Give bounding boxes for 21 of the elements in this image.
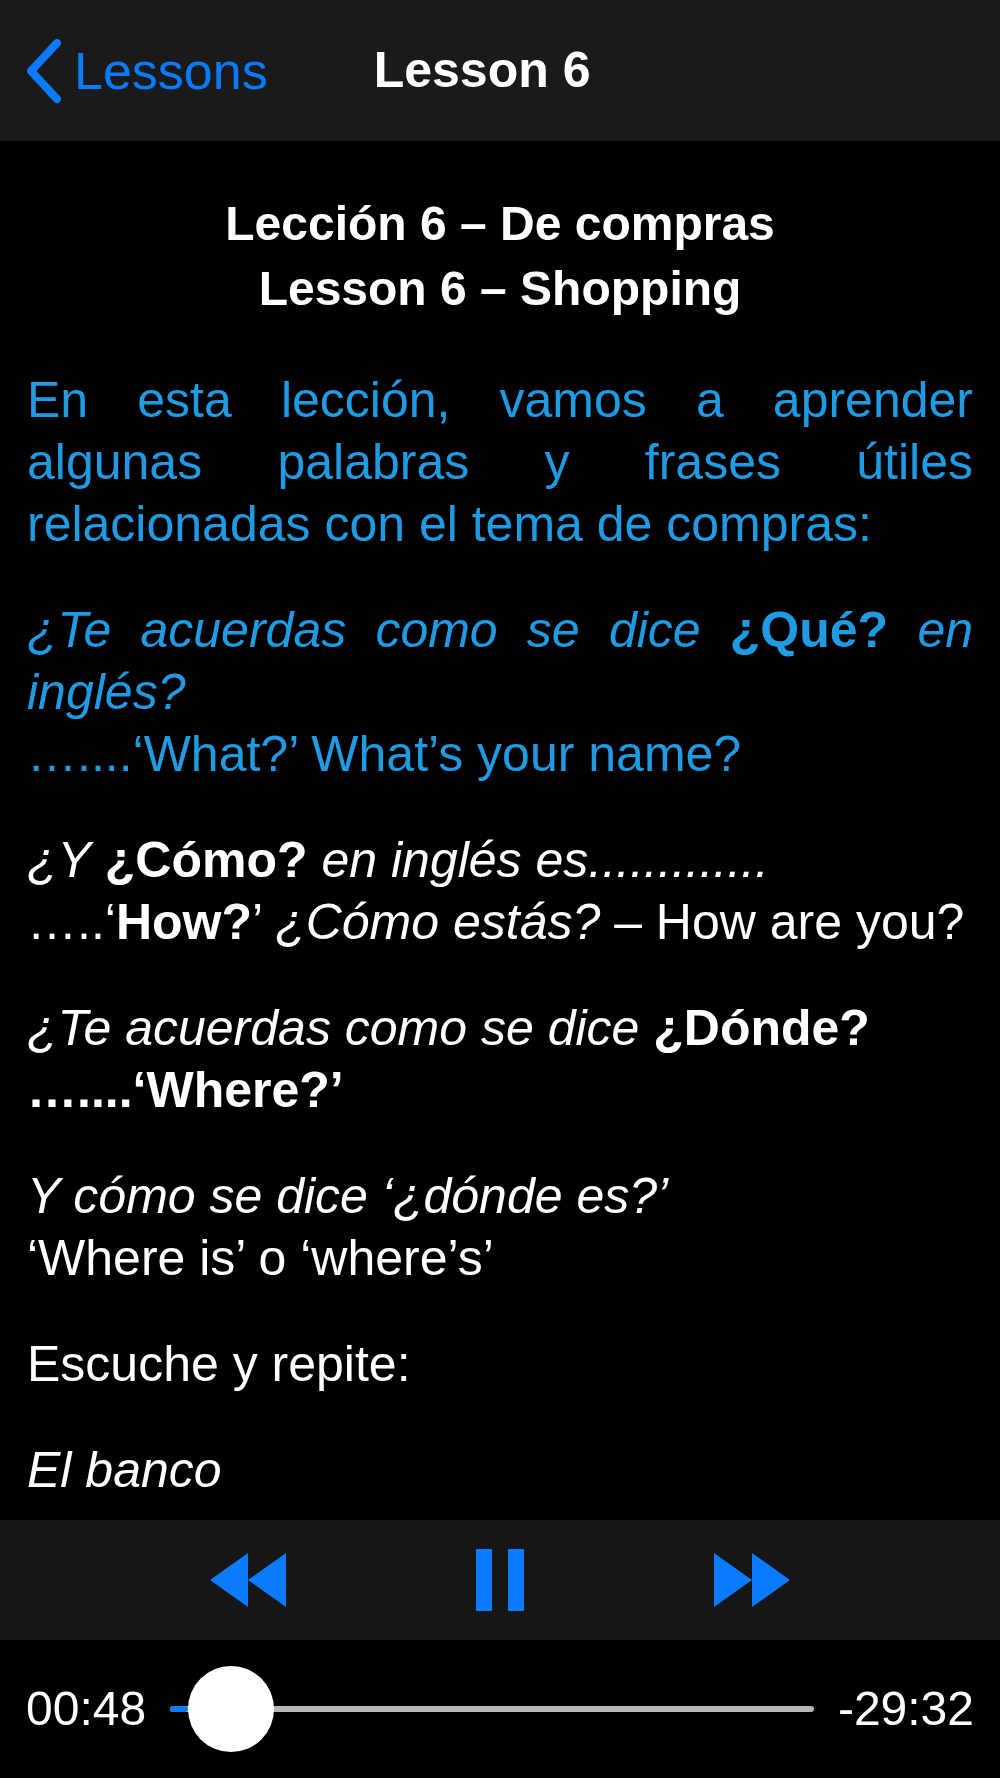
rewind-button[interactable]: [210, 1553, 286, 1607]
paragraph: Escuche y repite:: [27, 1335, 412, 1394]
lesson-heading: Lección 6 – De compras: [224, 196, 776, 252]
fast-forward-icon: [714, 1553, 790, 1607]
fast-forward-button[interactable]: [714, 1553, 790, 1607]
paragraph: El banco: [27, 1441, 223, 1500]
paragraph: ¿Y ¿Cómo? en inglés es............. …..‘How?’ ¿Cómo estás? – How are you?: [27, 831, 966, 952]
chevron-left-icon: [24, 37, 62, 104]
page-title: Lesson 6: [373, 41, 591, 100]
back-button[interactable]: Lessons: [24, 31, 268, 110]
paragraph: En esta lección, vamos a aprender algunas palabras y frases útiles relacionadas con el tema de compras:: [27, 371, 973, 554]
lesson-heading: Lesson 6 – Shopping: [257, 261, 743, 317]
rewind-icon: [210, 1553, 286, 1607]
elapsed-time: 00:48: [26, 1681, 147, 1737]
remaining-time: -29:32: [837, 1681, 974, 1737]
pause-icon: [476, 1549, 524, 1611]
paragraph: Y cómo se dice ‘¿dónde es?’ ‘Where is’ o ‘where’s’: [27, 1167, 670, 1288]
pause-button[interactable]: [476, 1549, 524, 1611]
progress-slider[interactable]: [170, 1666, 814, 1752]
paragraph: ¿Te acuerdas como se dice ¿Dónde? …....‘Where?’: [27, 999, 871, 1120]
paragraph: ¿Te acuerdas como se dice ¿Qué? en inglés? …....‘What?’ What’s your name?: [27, 601, 973, 784]
